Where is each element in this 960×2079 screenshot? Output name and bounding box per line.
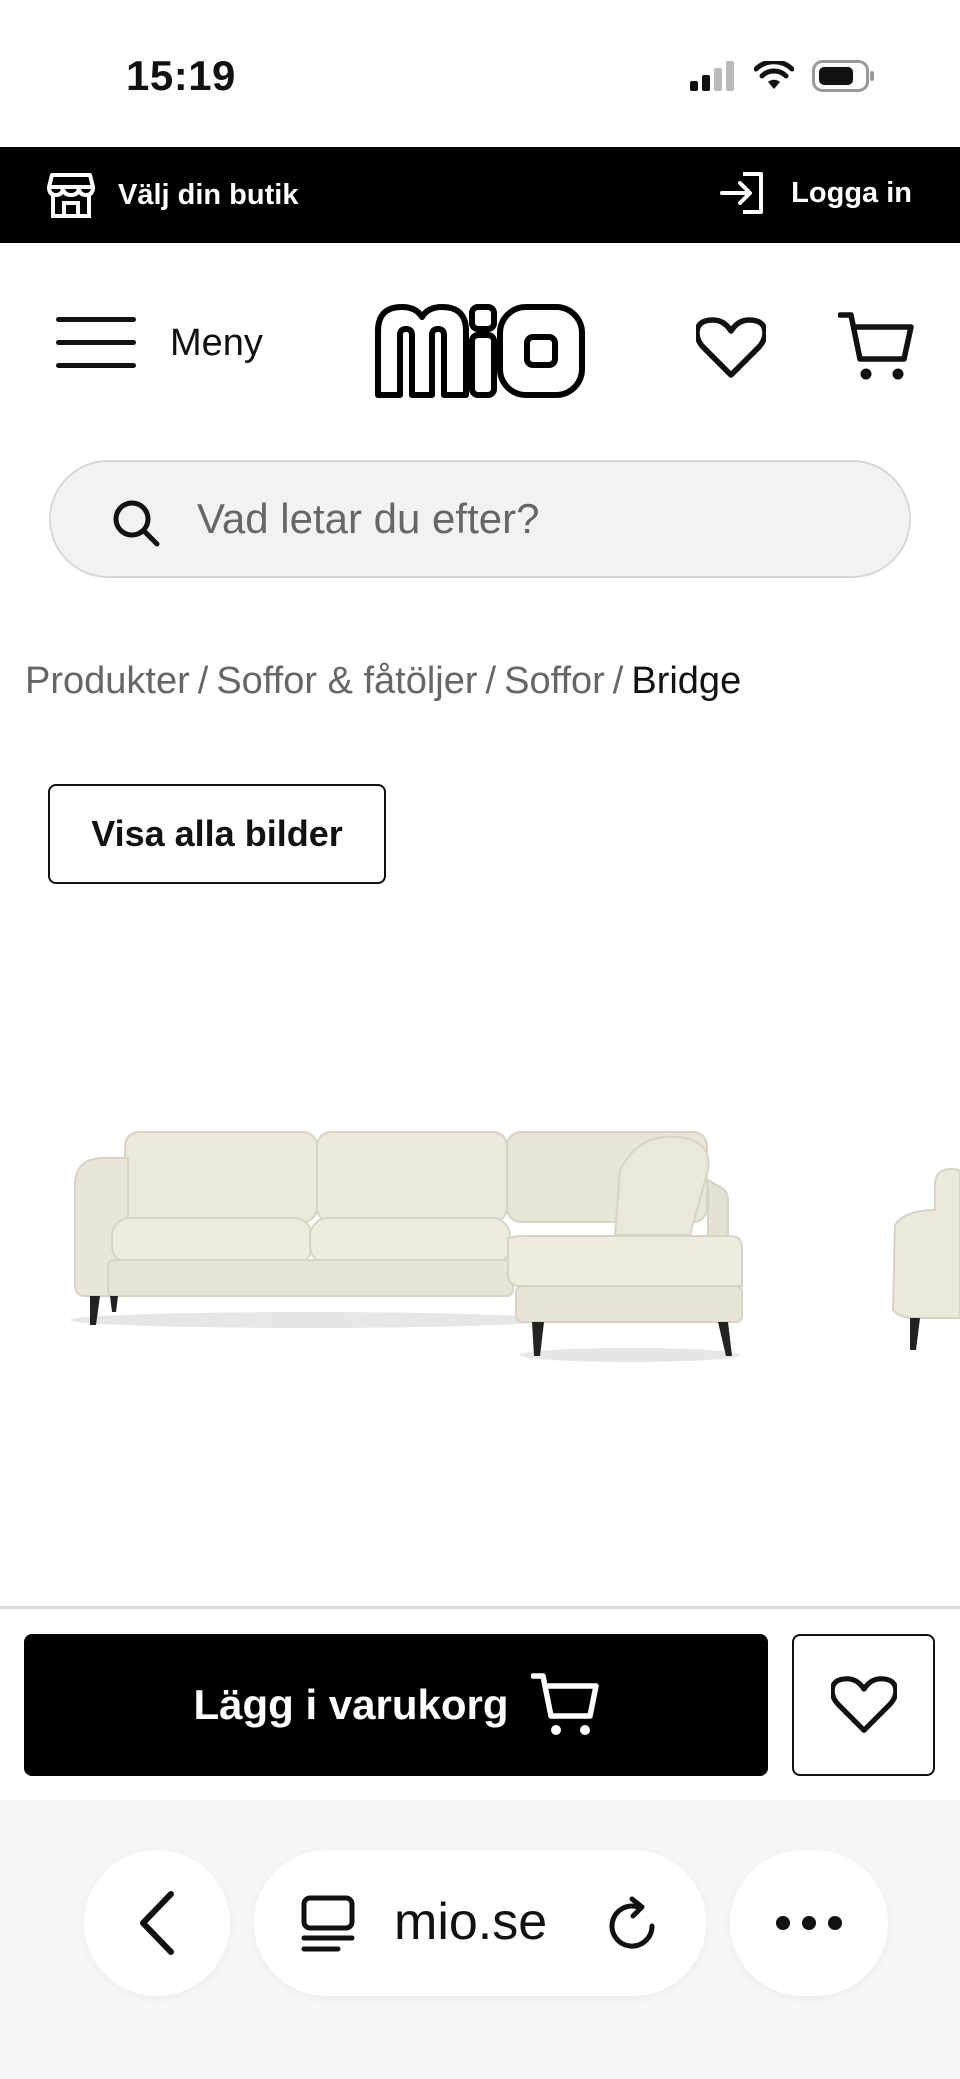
menu-button[interactable]: Meny (56, 315, 263, 371)
reload-icon[interactable] (604, 1896, 662, 1954)
heart-icon (830, 1676, 897, 1733)
more-dots-icon (802, 1916, 816, 1930)
wifi-icon (754, 61, 794, 89)
status-bar: 15:19 (0, 0, 960, 147)
search-bar[interactable] (49, 460, 911, 578)
back-button[interactable] (84, 1850, 230, 1996)
browser-toolbar: mio.se (0, 1800, 960, 2079)
cellular-signal-icon (690, 61, 734, 91)
login-icon (720, 172, 764, 214)
product-image-sofa[interactable] (0, 1060, 960, 1380)
breadcrumb-current: Bridge (631, 660, 742, 702)
url-text: mio.se (394, 1893, 548, 1951)
status-icons (690, 56, 876, 96)
cart-icon (530, 1673, 599, 1735)
login-label: Logga in (791, 176, 912, 209)
mio-logo[interactable] (372, 301, 588, 401)
product-page: 15:19 Välj din butik Logga in Meny Vad l… (0, 0, 960, 2079)
divider (0, 1606, 960, 1609)
address-bar[interactable]: mio.se (254, 1850, 706, 1996)
search-icon (113, 500, 160, 547)
add-to-cart-label: Lägg i varukorg (193, 1681, 509, 1728)
more-dots-icon (776, 1916, 790, 1930)
store-bar: Välj din butik Logga in (0, 147, 960, 243)
breadcrumb: Produkter / Soffor & fåtöljer / Soffor /… (25, 660, 741, 703)
choose-store-button[interactable]: Välj din butik (46, 171, 298, 219)
breadcrumb-separator: / (197, 660, 209, 702)
breadcrumb-separator: / (485, 660, 497, 702)
wishlist-heart-icon[interactable] (696, 317, 766, 379)
status-time: 15:19 (126, 52, 236, 99)
show-all-images-button[interactable]: Visa alla bilder (48, 784, 386, 884)
add-to-cart-button[interactable]: Lägg i varukorg (24, 1634, 768, 1776)
menu-label: Meny (170, 321, 263, 364)
cart-icon[interactable] (838, 311, 914, 383)
add-to-favorites-button[interactable] (792, 1634, 935, 1776)
site-header: Meny (0, 243, 960, 458)
login-button[interactable]: Logga in (719, 171, 912, 215)
chevron-left-icon (140, 1891, 174, 1955)
more-options-button[interactable] (730, 1850, 888, 1996)
hamburger-icon (56, 317, 136, 368)
breadcrumb-item-soffor-fatoljer[interactable]: Soffor & fåtöljer (216, 660, 477, 703)
choose-store-label: Välj din butik (118, 178, 299, 211)
tabs-icon (301, 1895, 355, 1952)
breadcrumb-separator: / (612, 660, 624, 702)
more-dots-icon (828, 1916, 842, 1930)
search-input[interactable] (197, 462, 877, 576)
breadcrumb-item-produkter[interactable]: Produkter (25, 660, 190, 703)
store-icon (47, 173, 95, 218)
battery-icon (812, 60, 874, 92)
breadcrumb-item-soffor[interactable]: Soffor (504, 660, 605, 703)
